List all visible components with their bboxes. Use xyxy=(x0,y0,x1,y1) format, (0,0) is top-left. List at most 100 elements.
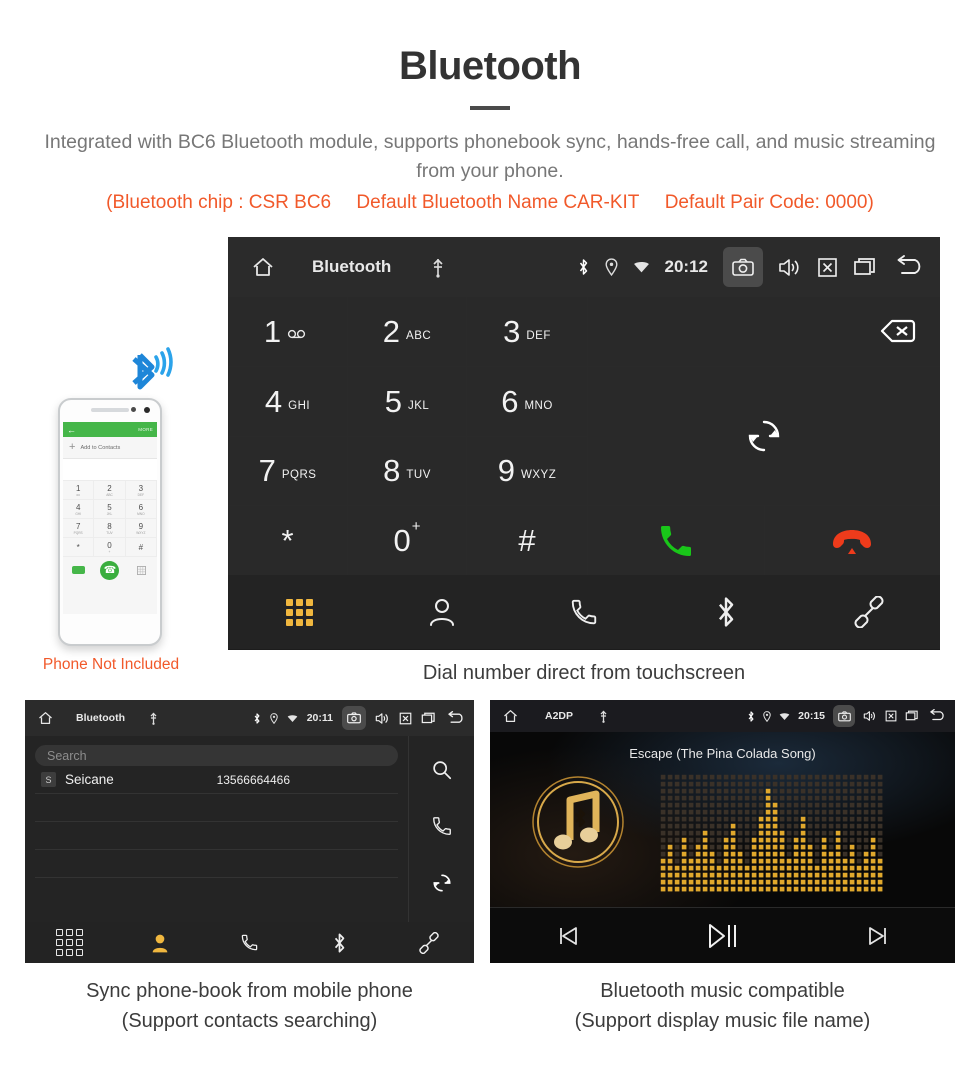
key-3-digit: 3 xyxy=(503,313,521,349)
phone-key: 8 TUV xyxy=(94,519,126,538)
recents-icon[interactable] xyxy=(905,710,919,722)
phone-back-icon: ← xyxy=(67,424,76,435)
call-icon xyxy=(660,525,691,556)
key-star-digit: * xyxy=(281,523,294,559)
bluetooth-icon xyxy=(253,712,261,725)
recents-icon[interactable] xyxy=(421,712,436,725)
keypad-icon xyxy=(285,598,313,626)
contact-number: 13566664466 xyxy=(216,772,290,787)
close-box-icon[interactable] xyxy=(885,710,897,722)
backspace-button[interactable] xyxy=(588,297,940,366)
key-1[interactable]: 1 xyxy=(228,297,347,366)
tab-bluetooth[interactable] xyxy=(294,932,384,954)
key-9[interactable]: 9 WXYZ xyxy=(467,436,587,506)
contact-row-empty xyxy=(35,850,398,878)
phonebook-action-rail xyxy=(408,736,474,922)
dialer-status-bar: Bluetooth 20:12 xyxy=(228,237,940,297)
wifi-icon xyxy=(633,260,650,274)
back-arrow-icon[interactable] xyxy=(445,710,466,726)
back-arrow-icon[interactable] xyxy=(892,255,926,279)
home-icon[interactable] xyxy=(37,710,54,726)
sync-icon xyxy=(748,420,780,452)
close-box-icon[interactable] xyxy=(817,257,838,278)
tab-contacts[interactable] xyxy=(370,596,512,628)
phone-screen: ← MORE + Add to Contacts 1 oo 2 ABC 3 DEF 4… xyxy=(63,422,157,614)
key-3[interactable]: 3 DEF xyxy=(467,297,587,366)
key-7[interactable]: 7 PQRS xyxy=(228,436,347,506)
music-note-bluetooth-icon xyxy=(532,776,624,868)
key-hash[interactable]: # xyxy=(467,506,587,575)
spec-line: (Bluetooth chip : CSR BC6 Default Blueto… xyxy=(0,192,980,214)
back-arrow-icon[interactable] xyxy=(927,709,947,723)
key-9-digit: 9 xyxy=(497,453,515,489)
volume-icon[interactable] xyxy=(778,257,802,278)
hangup-button[interactable] xyxy=(764,506,940,575)
music-clock: 20:15 xyxy=(798,710,825,722)
unlink-icon xyxy=(854,596,884,628)
tab-contacts[interactable] xyxy=(115,932,205,954)
play-pause-button[interactable] xyxy=(645,921,800,951)
key-5[interactable]: 5 JKL xyxy=(348,366,466,436)
tab-keypad[interactable] xyxy=(228,598,370,626)
sync-icon[interactable] xyxy=(431,872,453,899)
key-4[interactable]: 4 GHI xyxy=(228,366,347,436)
call-button[interactable] xyxy=(588,506,764,575)
tab-unlink[interactable] xyxy=(798,596,940,628)
search-input[interactable]: Search xyxy=(35,745,398,766)
tab-call-log[interactable] xyxy=(205,933,295,952)
phonebook-body: Search S Seicane 13566664466 xyxy=(25,736,474,922)
phone-not-included-note: Phone Not Included xyxy=(42,656,180,673)
phone-sensor-dot xyxy=(131,407,136,412)
previous-track-button[interactable] xyxy=(490,923,645,949)
music-caption-line2: (Support display music file name) xyxy=(574,1010,871,1032)
key-4-digit: 4 xyxy=(264,383,283,419)
phone-number-field xyxy=(63,459,157,481)
key-star[interactable]: * xyxy=(228,506,347,575)
contact-name: Seicane xyxy=(65,772,114,787)
recents-icon[interactable] xyxy=(853,257,877,278)
key-2[interactable]: 2 ABC xyxy=(348,297,466,366)
equalizer-visualizer xyxy=(660,774,884,893)
usb-icon xyxy=(149,711,158,725)
phone-key: 3 DEF xyxy=(125,481,157,500)
dialer-caption: Dial number direct from touchscreen xyxy=(422,662,746,684)
contact-initial-badge: S xyxy=(41,772,56,787)
volume-icon[interactable] xyxy=(375,712,390,725)
next-track-button[interactable] xyxy=(800,923,955,949)
tab-unlink[interactable] xyxy=(384,931,474,954)
phone-key: 0 + xyxy=(94,538,126,557)
search-icon[interactable] xyxy=(431,759,453,786)
key-2-digit: 2 xyxy=(382,313,401,349)
tab-call-log[interactable] xyxy=(513,597,655,627)
key-8[interactable]: 8 TUV xyxy=(348,436,466,506)
keypad-icon xyxy=(56,929,84,956)
close-box-icon[interactable] xyxy=(399,712,412,725)
phone-key: 9 WXYZ xyxy=(125,519,157,538)
music-caption-line1: Bluetooth music compatible xyxy=(600,980,845,1002)
camera-icon[interactable] xyxy=(342,706,366,730)
location-icon xyxy=(605,258,618,276)
key-6[interactable]: 6 MNO xyxy=(467,366,587,436)
contact-row[interactable]: S Seicane 13566664466 xyxy=(35,766,398,794)
phonebook-caption-line1: Sync phone-book from mobile phone xyxy=(86,980,413,1002)
tab-keypad[interactable] xyxy=(25,929,115,956)
plus-icon: + xyxy=(69,441,76,453)
key-0[interactable]: 0 + xyxy=(348,506,466,575)
contact-row-empty xyxy=(35,822,398,850)
home-icon[interactable] xyxy=(250,255,276,279)
phone-key: 1 oo xyxy=(63,481,95,500)
camera-icon[interactable] xyxy=(723,247,763,287)
camera-icon[interactable] xyxy=(833,705,855,727)
sync-button[interactable] xyxy=(588,366,940,506)
play-pause-icon xyxy=(708,923,736,948)
call-icon[interactable] xyxy=(431,815,453,842)
bluetooth-music-screen: A2DP 20:15 Escape (The Pina Colada Song) xyxy=(490,700,955,963)
location-icon xyxy=(269,712,278,724)
phone-camera-dot xyxy=(144,407,150,413)
tab-bluetooth[interactable] xyxy=(655,595,797,629)
voicemail-icon xyxy=(287,320,311,342)
phone-app-bar: ← MORE xyxy=(63,422,157,437)
home-icon[interactable] xyxy=(502,708,519,724)
key-6-letters: MNO xyxy=(524,399,553,412)
volume-icon[interactable] xyxy=(863,710,877,722)
